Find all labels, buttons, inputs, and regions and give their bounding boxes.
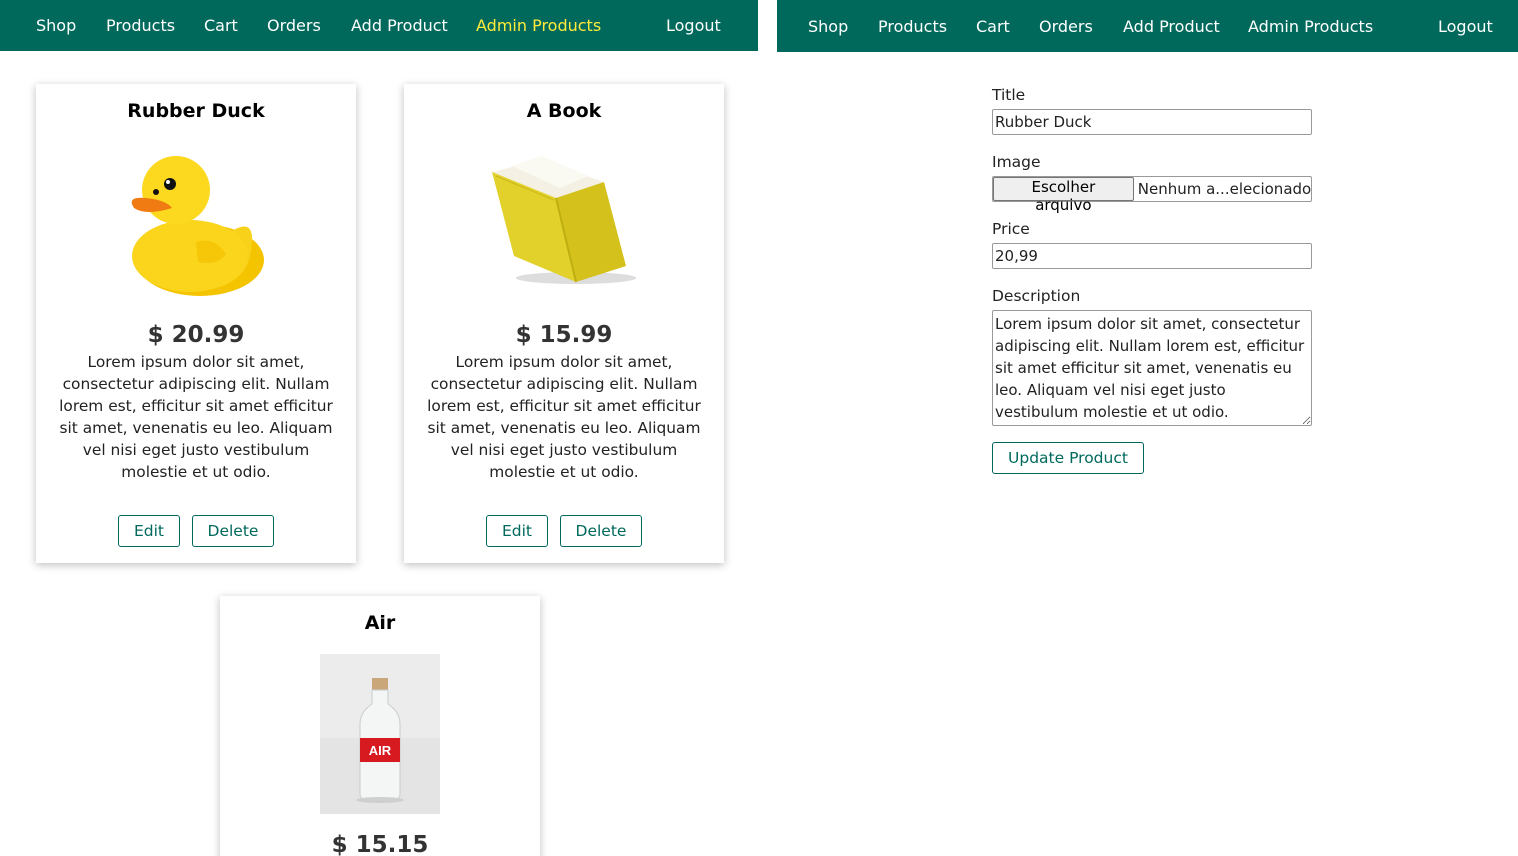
delete-button[interactable]: Delete [560, 515, 642, 547]
rubber-duck-image [126, 146, 266, 298]
book-image [484, 156, 644, 288]
delete-button[interactable]: Delete [192, 515, 274, 547]
price-label: Price [992, 220, 1030, 238]
product-card-rubber-duck: Rubber Duck $ 20.99 Lorem ipsum dolor si… [36, 84, 356, 563]
air-label-text: AIR [369, 743, 392, 758]
product-card-a-book: A Book $ 15.99 Lorem ipsum dolor sit ame… [404, 84, 724, 563]
product-card-air: Air AIR $ 15.15 [220, 596, 540, 856]
description-label: Description [992, 287, 1081, 305]
nav-orders[interactable]: Orders [1039, 0, 1093, 52]
edit-product-form: Title Image Escolher arquivo Nenhum a...… [992, 84, 1312, 474]
main-navbar: Shop Products Cart Orders Add Product Ad… [0, 0, 758, 51]
choose-file-button[interactable]: Escolher arquivo [993, 177, 1134, 214]
image-label: Image [992, 153, 1041, 171]
nav-admin-products[interactable]: Admin Products [1248, 0, 1373, 52]
admin-products-window: Shop Products Cart Orders Add Product Ad… [0, 0, 758, 856]
description-textarea[interactable]: Lorem ipsum dolor sit amet, consectetur … [992, 310, 1312, 426]
product-price: $ 15.15 [331, 832, 429, 856]
nav-orders[interactable]: Orders [267, 0, 321, 51]
title-label: Title [992, 86, 1026, 104]
title-input[interactable] [992, 109, 1312, 135]
nav-products[interactable]: Products [878, 0, 947, 52]
nav-logout[interactable]: Logout [1438, 0, 1493, 52]
edit-button[interactable]: Edit [118, 515, 180, 547]
nav-logout[interactable]: Logout [666, 0, 721, 51]
product-title: Rubber Duck [127, 100, 265, 122]
nav-cart[interactable]: Cart [976, 0, 1010, 52]
product-actions: Edit Delete [36, 515, 356, 547]
main-navbar: Shop Products Cart Orders Add Product Ad… [777, 0, 1518, 52]
nav-shop[interactable]: Shop [808, 0, 848, 52]
nav-products[interactable]: Products [106, 0, 175, 51]
image-file-input[interactable]: Escolher arquivo Nenhum a...elecionado [992, 176, 1312, 214]
price-input[interactable] [992, 243, 1312, 269]
update-product-button[interactable]: Update Product [992, 442, 1144, 474]
nav-cart[interactable]: Cart [204, 0, 238, 51]
nav-add-product[interactable]: Add Product [1123, 0, 1220, 52]
edit-product-window: Shop Products Cart Orders Add Product Ad… [777, 0, 1518, 856]
product-price: $ 15.99 [515, 322, 613, 348]
product-price: $ 20.99 [147, 322, 245, 348]
product-description: Lorem ipsum dolor sit amet, consectetur … [59, 353, 333, 481]
file-status-text: Nenhum a...elecionado [1137, 180, 1311, 198]
product-description: Lorem ipsum dolor sit amet, consectetur … [427, 353, 701, 481]
edit-button[interactable]: Edit [486, 515, 548, 547]
air-bottle-image: AIR [320, 654, 440, 814]
nav-shop[interactable]: Shop [36, 0, 76, 51]
product-title: Air [364, 612, 396, 634]
nav-add-product[interactable]: Add Product [351, 0, 448, 51]
nav-admin-products[interactable]: Admin Products [476, 0, 601, 51]
product-title: A Book [526, 100, 602, 122]
product-actions: Edit Delete [404, 515, 724, 547]
